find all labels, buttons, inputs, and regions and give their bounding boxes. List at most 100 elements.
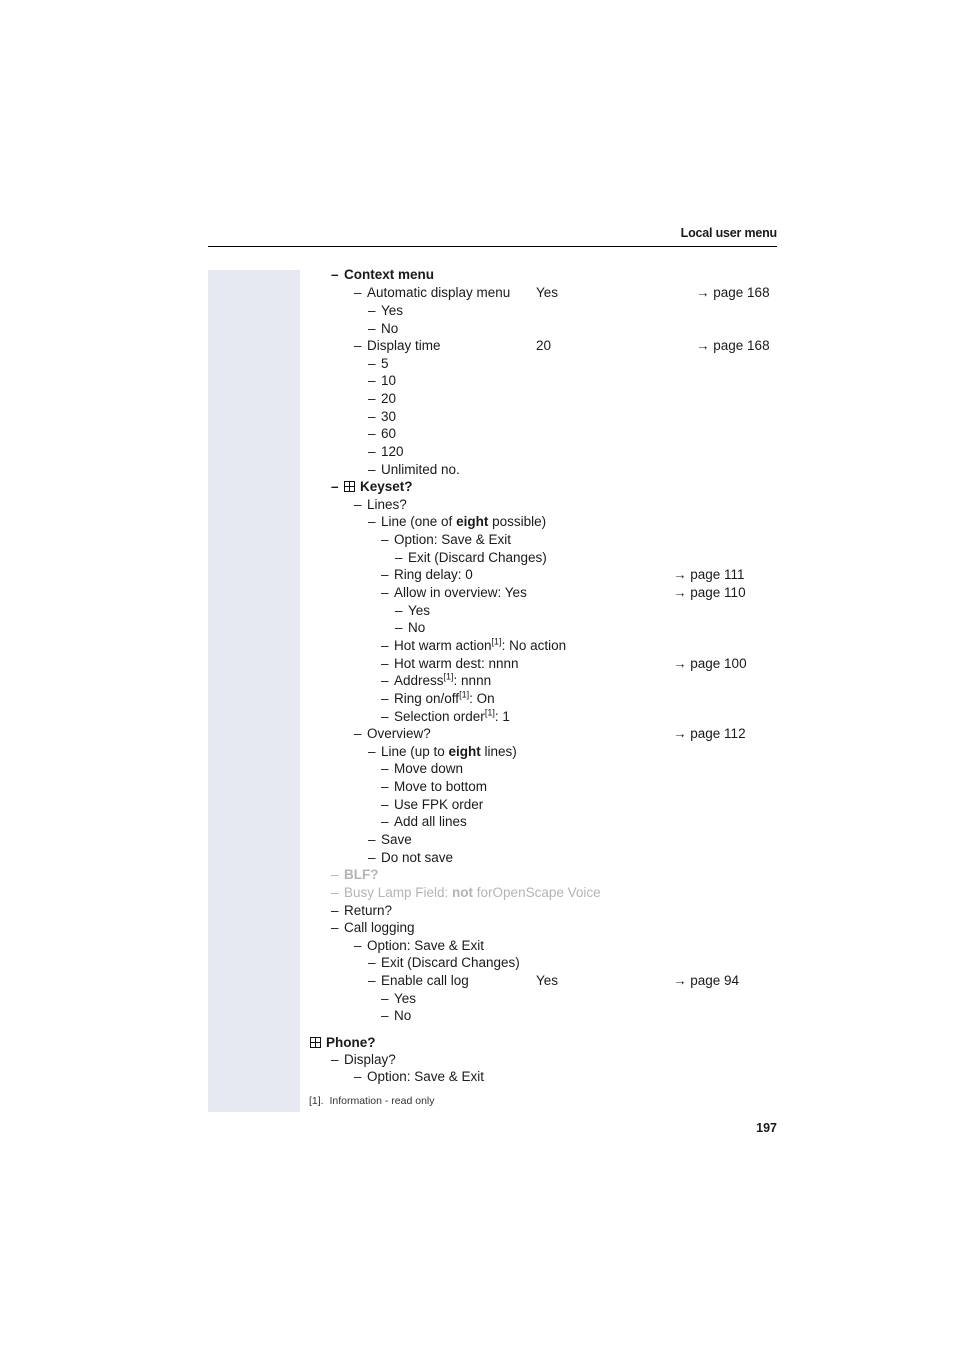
item-label: Busy Lamp Field:: [344, 885, 453, 900]
item-label: Hot warm action: [394, 638, 492, 653]
page-ref[interactable]: → page 100: [673, 655, 747, 672]
item-label: BLF?: [344, 867, 379, 882]
item-label: Yes: [394, 991, 417, 1006]
item-label: Automatic display menu: [367, 285, 511, 300]
item-value: : On: [469, 691, 495, 706]
item-label: Line (one of: [381, 514, 457, 529]
menu-item-lines: – Lines?: [354, 497, 407, 512]
option-5: –5: [368, 356, 389, 371]
menu-item-option-save: – Option: Save & Exit: [381, 532, 512, 547]
option-120: –120: [368, 444, 404, 459]
item-label: Context menu: [344, 267, 435, 282]
page-ref-label: page 100: [690, 656, 747, 671]
margin-sidebar: [208, 270, 300, 1112]
menu-item-busy-lamp-note: – Busy Lamp Field: not forOpenScape Voice: [331, 885, 601, 900]
item-label: Display?: [344, 1052, 396, 1067]
item-label: Enable call log: [381, 973, 469, 988]
page-ref-label: page 111: [690, 567, 745, 582]
item-label: Unlimited no.: [381, 462, 460, 477]
default-value: Yes: [536, 285, 559, 300]
menu-item-auto-display: – Automatic display menu: [354, 285, 511, 300]
arrow-right-icon: →: [673, 656, 687, 671]
expand-plus-icon: [344, 481, 355, 492]
item-label: Display time: [367, 338, 441, 353]
item-value: : 1: [494, 709, 510, 724]
footnote-text: Information - read only: [329, 1095, 435, 1107]
footnote: [1]. Information - read only: [309, 1095, 435, 1107]
page-ref[interactable]: → page 112: [673, 725, 746, 742]
item-label: Call logging: [344, 920, 415, 935]
item-label: Option: Save & Exit: [367, 938, 485, 953]
menu-item-hot-warm-action: – Hot warm action[1]: No action: [381, 636, 567, 653]
page-ref-label: page 112: [690, 726, 746, 741]
page-ref[interactable]: → page 94: [673, 972, 739, 989]
menu-item-ring-onoff: – Ring on/off[1]: On: [381, 689, 495, 706]
page-ref[interactable]: → page 168: [696, 337, 770, 354]
option-yes: – Yes: [368, 303, 404, 318]
option-no: – No: [368, 321, 399, 336]
arrow-right-icon: →: [673, 726, 687, 741]
item-label: No: [381, 321, 399, 336]
page-ref[interactable]: → page 111: [673, 566, 745, 583]
running-header: Local user menu: [680, 226, 778, 240]
item-label: Selection order: [394, 709, 485, 724]
menu-item-ring-delay: – Ring delay: 0: [381, 567, 473, 582]
item-label: possible): [488, 514, 547, 529]
item-value: : No action: [501, 638, 567, 653]
menu-item-line: – Line (one of eight possible): [368, 514, 547, 529]
item-label: 10: [381, 373, 397, 388]
item-label: Exit (Discard Changes): [408, 550, 547, 565]
option-yes: – Yes: [395, 603, 431, 618]
arrow-right-icon: →: [673, 567, 687, 582]
menu-item-enable-call-log: – Enable call log: [368, 973, 469, 988]
item-label: Add all lines: [394, 814, 467, 829]
menu-item-save: – Save: [368, 832, 412, 847]
item-label: Ring on/off: [394, 691, 460, 706]
item-label: 60: [381, 426, 397, 441]
menu-item-display: – Display?: [331, 1052, 396, 1067]
expand-plus-icon: [310, 1037, 321, 1048]
footnote-ref: [1]: [443, 671, 454, 682]
menu-item-call-logging: – Call logging: [331, 920, 415, 935]
menu-item-display-time: – Display time: [354, 338, 441, 353]
item-label: No: [394, 1008, 412, 1023]
menu-item-do-not-save: – Do not save: [368, 850, 454, 865]
default-value: Yes: [536, 973, 559, 988]
option-60: –60: [368, 426, 397, 441]
arrow-right-icon: →: [673, 973, 687, 988]
item-label: Do not save: [381, 850, 454, 865]
item-label: Return?: [344, 903, 393, 918]
menu-item-exit-discard: – Exit (Discard Changes): [395, 550, 547, 565]
option-yes: – Yes: [381, 991, 417, 1006]
option-10: –10: [368, 373, 397, 388]
arrow-right-icon: →: [696, 338, 710, 353]
arrow-right-icon: →: [696, 285, 710, 300]
footnote-marker: [1].: [309, 1095, 324, 1107]
item-label: forOpenScape Voice: [473, 885, 601, 900]
page-ref[interactable]: → page 110: [673, 584, 746, 601]
menu-item-phone: Phone?: [310, 1034, 376, 1051]
page-ref[interactable]: → page 168: [696, 284, 770, 301]
menu-item-selection-order: – Selection order[1]: 1: [381, 707, 510, 724]
footnote-ref: [1]: [491, 636, 502, 647]
item-label: Move down: [394, 761, 464, 776]
item-label-bold: eight: [448, 744, 481, 759]
arrow-right-icon: →: [673, 585, 687, 600]
menu-item-hot-warm-dest: – Hot warm dest: nnnn: [381, 656, 519, 671]
item-label: Save: [381, 832, 412, 847]
menu-item-context-menu: – Context menu: [331, 267, 435, 282]
item-label-bold: not: [452, 885, 474, 900]
default-value: 20: [536, 338, 552, 353]
item-value: : nnnn: [453, 673, 492, 688]
item-label: 120: [381, 444, 404, 459]
page-number: 197: [756, 1121, 777, 1135]
item-label: Phone?: [326, 1035, 376, 1050]
menu-item-use-fpk: – Use FPK order: [381, 797, 484, 812]
menu-item-move-down: – Move down: [381, 761, 464, 776]
item-label: Line (up to: [381, 744, 449, 759]
page-ref-label: page 110: [690, 585, 746, 600]
item-label: Hot warm dest: nnnn: [394, 656, 519, 671]
menu-item-option-save: – Option: Save & Exit: [354, 1069, 485, 1084]
option-no: – No: [381, 1008, 412, 1023]
item-label: Yes: [381, 303, 404, 318]
